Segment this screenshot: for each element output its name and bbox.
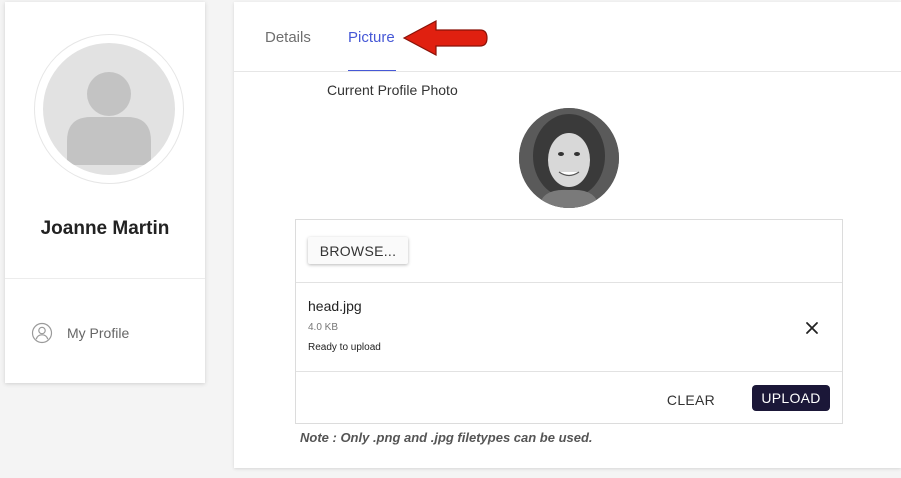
remove-file-button[interactable]: [800, 316, 824, 340]
tab-picture[interactable]: Picture: [348, 29, 395, 46]
uploader-divider: [296, 371, 842, 372]
uploader-divider: [296, 282, 842, 283]
red-arrow-icon: [402, 20, 488, 56]
file-size: 4.0 KB: [308, 322, 339, 333]
current-photo-title: Current Profile Photo: [327, 82, 458, 98]
upload-button[interactable]: UPLOAD: [752, 385, 830, 411]
sidebar-divider: [5, 278, 205, 279]
filetype-note: Note : Only .png and .jpg filetypes can …: [300, 430, 593, 445]
close-icon: [806, 322, 818, 334]
file-name: head.jpg: [308, 298, 362, 314]
sidebar-item-label: My Profile: [67, 325, 130, 341]
file-uploader: BROWSE... head.jpg 4.0 KB Ready to uploa…: [295, 219, 843, 424]
profile-photo: [519, 108, 619, 208]
avatar: [34, 34, 184, 184]
tabs-divider: [234, 71, 901, 72]
user-circle-icon: [31, 322, 53, 344]
file-status: Ready to upload: [308, 342, 381, 353]
main-panel: Details Picture Current Profile Photo BR…: [234, 2, 901, 468]
profile-sidebar-card: Joanne Martin My Profile: [5, 2, 205, 383]
sidebar-item-my-profile[interactable]: My Profile: [31, 320, 129, 346]
default-avatar-icon: [43, 43, 175, 175]
tab-details[interactable]: Details: [265, 29, 311, 46]
user-name: Joanne Martin: [40, 218, 170, 239]
browse-button[interactable]: BROWSE...: [308, 237, 408, 264]
clear-button[interactable]: CLEAR: [658, 387, 724, 413]
